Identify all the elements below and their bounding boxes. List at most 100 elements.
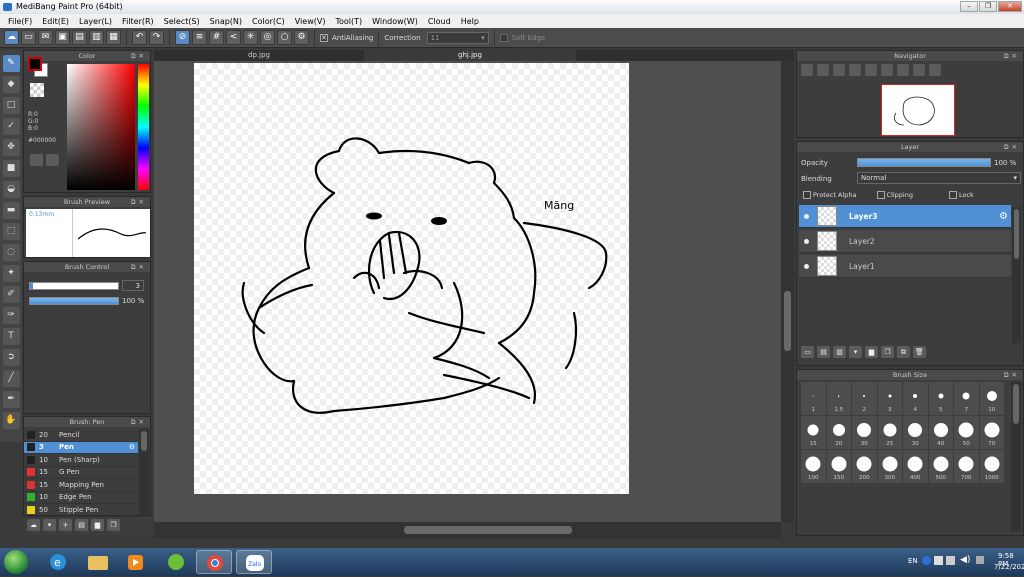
grid-snap-icon[interactable]: # — [209, 30, 224, 45]
canvas-vertical-scrollbar[interactable] — [781, 61, 794, 522]
flip-vertical-icon[interactable] — [929, 64, 941, 76]
tab-ghj-jpg[interactable]: ghj.jpg — [364, 50, 576, 61]
menu-filter[interactable]: Filter(R) — [117, 17, 159, 26]
navigator-thumbnail[interactable] — [881, 84, 955, 136]
hue-slider[interactable] — [138, 64, 149, 190]
foreground-color-swatch[interactable] — [28, 57, 42, 71]
brush-size-cell[interactable]: 2 — [852, 382, 877, 415]
select-pen-tool-icon[interactable]: ✐ — [2, 286, 20, 303]
brush-menu-icon[interactable]: ▾ — [43, 519, 56, 531]
menu-window[interactable]: Window(W) — [367, 17, 423, 26]
select-eraser-tool-icon[interactable]: ✑ — [2, 307, 20, 324]
brush-size-cell[interactable]: 1.5 — [826, 382, 851, 415]
divide-tool-icon[interactable]: ╱ — [2, 370, 20, 387]
zoom-reset-icon[interactable] — [849, 64, 861, 76]
angle-snap-icon[interactable]: < — [226, 30, 241, 45]
save-icon[interactable]: ▤ — [72, 30, 87, 45]
cloud-icon[interactable]: ☁ — [4, 30, 19, 45]
snap-settings-icon[interactable]: ⚙ — [294, 30, 309, 45]
visibility-icon[interactable] — [804, 238, 809, 244]
zoom-in-icon[interactable] — [801, 64, 813, 76]
action-center-icon[interactable] — [976, 556, 984, 564]
close-button[interactable]: ✕ — [998, 1, 1022, 12]
minimize-button[interactable]: – — [960, 1, 978, 12]
delete-layer-icon[interactable]: 🗑 — [913, 346, 926, 358]
bucket-tool-icon[interactable]: ◒ — [2, 181, 20, 198]
brush-size-cell[interactable]: 10 — [979, 382, 1004, 415]
brush-folder-icon[interactable]: ▆ — [91, 519, 104, 531]
brush-size-cell[interactable]: 200 — [852, 450, 877, 483]
visibility-icon[interactable] — [804, 213, 809, 219]
operation-tool-icon[interactable]: ➲ — [2, 349, 20, 366]
menu-tool[interactable]: Tool(T) — [330, 17, 367, 26]
fill-shape-tool-icon[interactable]: ■ — [2, 160, 20, 177]
add-layer-menu-icon[interactable]: ▾ — [849, 346, 862, 358]
tray-app-icon[interactable] — [934, 556, 943, 565]
brush-tool-icon[interactable]: ✎ — [2, 55, 20, 72]
brush-size-slider[interactable] — [29, 282, 119, 290]
duplicate-brush-icon[interactable]: ❐ — [107, 519, 120, 531]
gradient-tool-icon[interactable]: ▬ — [2, 202, 20, 219]
brush-item-mapping-pen[interactable]: 15 Mapping Pen — [24, 479, 138, 492]
canvas-horizontal-scrollbar[interactable] — [154, 522, 781, 538]
canvas-area[interactable]: Măng — [154, 61, 781, 522]
layer-row-layer3[interactable]: Layer3 ⚙ — [799, 205, 1011, 228]
brush-item-g-pen[interactable]: 15 G Pen — [24, 467, 138, 479]
comment-icon[interactable]: ✉ — [38, 30, 53, 45]
curve-snap-icon[interactable]: ○ — [277, 30, 292, 45]
brush-size-cell[interactable]: 15 — [801, 416, 826, 449]
magic-wand-tool-icon[interactable]: ✦ — [2, 265, 20, 282]
text-tool-icon[interactable]: T — [2, 328, 20, 345]
layer-settings-icon[interactable]: ⚙ — [999, 211, 1008, 222]
visibility-icon[interactable] — [804, 263, 809, 269]
network-icon[interactable] — [946, 556, 955, 565]
brush-size-cell[interactable]: 7 — [954, 382, 979, 415]
brush-size-cell[interactable]: 30 — [903, 416, 928, 449]
brush-size-cell[interactable]: 5 — [928, 382, 953, 415]
lasso-tool-icon[interactable]: ◌ — [2, 244, 20, 261]
maximize-button[interactable]: ❐ — [979, 1, 997, 12]
fit-window-icon[interactable] — [833, 64, 845, 76]
brush-opacity-slider[interactable] — [29, 297, 119, 305]
saturation-value-picker[interactable] — [67, 64, 135, 190]
brush-size-cell[interactable]: 25 — [877, 416, 902, 449]
rotate-right-icon[interactable] — [897, 64, 909, 76]
new-file-icon[interactable]: ▭ — [21, 30, 36, 45]
zalo-icon[interactable]: Zalo — [236, 550, 272, 574]
layer-opacity-slider[interactable] — [857, 158, 991, 167]
clipping-checkbox[interactable] — [876, 191, 885, 199]
brush-size-cell[interactable]: 700 — [954, 450, 979, 483]
chrome-icon[interactable] — [196, 550, 232, 574]
coccoc-browser-icon[interactable] — [158, 550, 194, 574]
layer-folder-icon[interactable]: ▆ — [865, 346, 878, 358]
export-icon[interactable]: ▥ — [89, 30, 104, 45]
layer-list-scrollbar[interactable] — [1012, 207, 1021, 343]
transparent-color-swatch[interactable] — [30, 83, 44, 97]
palette-icon[interactable] — [30, 154, 43, 166]
new-halftone-layer-icon[interactable]: ▤ — [817, 346, 830, 358]
rotate-reset-icon[interactable] — [881, 64, 893, 76]
brush-size-cell[interactable]: 100 — [801, 450, 826, 483]
language-indicator[interactable]: EN — [908, 557, 918, 565]
brush-size-cell[interactable]: 50 — [954, 416, 979, 449]
brush-size-cell[interactable]: 400 — [903, 450, 928, 483]
drawing-canvas[interactable]: Măng — [194, 63, 629, 494]
brush-size-scrollbar[interactable] — [1011, 382, 1021, 532]
move-tool-icon[interactable]: ✥ — [2, 139, 20, 156]
color-mode-icon[interactable] — [46, 154, 59, 166]
eyedropper-tool-icon[interactable]: ✒ — [2, 391, 20, 408]
eraser-tool-icon[interactable]: ◆ — [2, 76, 20, 93]
brush-size-cell[interactable]: 1 — [801, 382, 826, 415]
flip-horizontal-icon[interactable] — [913, 64, 925, 76]
protect-alpha-checkbox[interactable] — [803, 191, 811, 199]
brush-size-cell[interactable]: 1000 — [979, 450, 1004, 483]
menu-select[interactable]: Select(S) — [159, 17, 205, 26]
menu-edit[interactable]: Edit(E) — [37, 17, 74, 26]
hand-tool-icon[interactable]: ✋ — [2, 412, 20, 429]
dot-tool-icon[interactable]: □ — [2, 97, 20, 114]
brush-list-scrollbar[interactable] — [139, 429, 149, 515]
correction-select[interactable]: 11 ▾ — [426, 31, 489, 44]
brush-size-cell[interactable]: 150 — [826, 450, 851, 483]
menu-color[interactable]: Color(C) — [247, 17, 290, 26]
menu-layer[interactable]: Layer(L) — [74, 17, 117, 26]
